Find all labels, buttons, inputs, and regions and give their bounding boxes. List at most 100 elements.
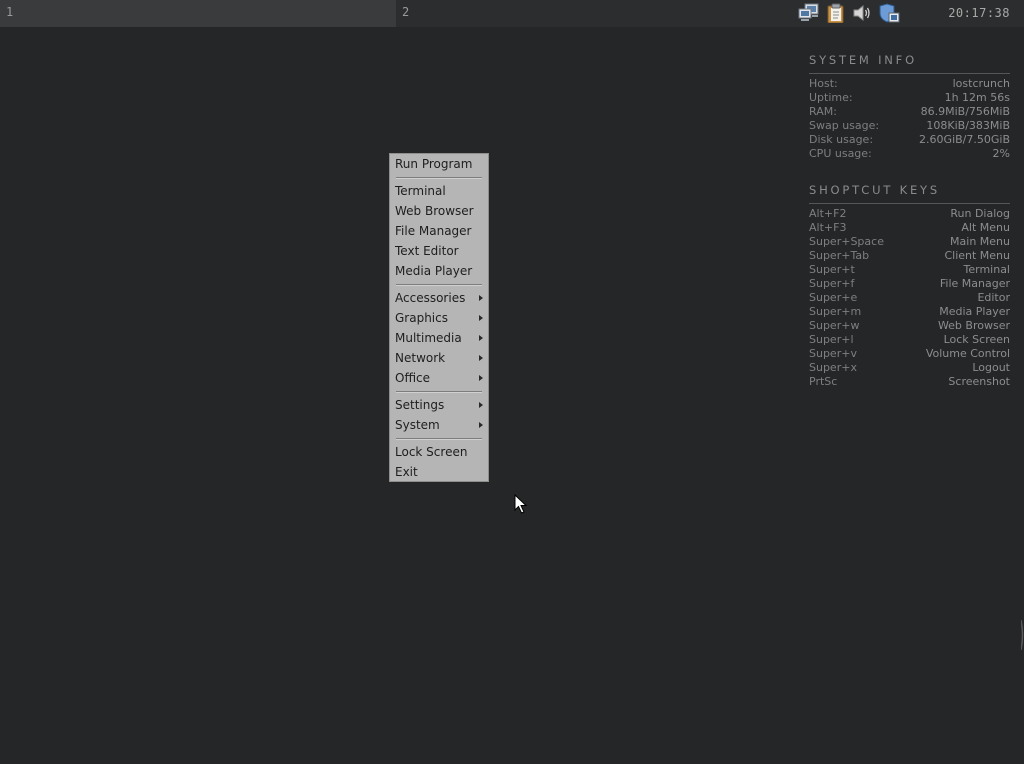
info-value: 1h 12m 56s — [944, 91, 1010, 104]
volume-icon[interactable] — [851, 3, 873, 23]
menu-item-terminal[interactable]: Terminal — [390, 181, 488, 201]
shortcut-action: Volume Control — [925, 347, 1010, 360]
menu-item-office[interactable]: Office — [390, 368, 488, 388]
shortcut-row: Super+t Terminal — [809, 263, 1010, 277]
shortcut-row: Super+Tab Client Menu — [809, 249, 1010, 263]
shortcut-action: Run Dialog — [950, 207, 1010, 220]
system-info-row: Swap usage: 108KiB/383MiB — [809, 119, 1010, 133]
menu-item-exit[interactable]: Exit — [390, 462, 488, 482]
info-value: 108KiB/383MiB — [926, 119, 1010, 132]
submenu-arrow-icon — [479, 355, 483, 361]
shortcut-key: Super+m — [809, 305, 862, 318]
menu-item-label: Text Editor — [395, 244, 459, 258]
update-shield-icon[interactable] — [878, 3, 900, 23]
menu-item-text-editor[interactable]: Text Editor — [390, 241, 488, 261]
shortcut-row: PrtSc Screenshot — [809, 375, 1010, 389]
shortcut-row: Super+f File Manager — [809, 277, 1010, 291]
info-value: lostcrunch — [952, 77, 1010, 90]
menu-item-graphics[interactable]: Graphics — [390, 308, 488, 328]
shortcut-action: Editor — [977, 291, 1010, 304]
shortcut-row: Alt+F2 Run Dialog — [809, 207, 1010, 221]
info-value: 86.9MiB/756MiB — [920, 105, 1010, 118]
menu-item-settings[interactable]: Settings — [390, 395, 488, 415]
shortcut-action: Terminal — [963, 263, 1011, 276]
shortcut-key: Alt+F3 — [809, 221, 847, 234]
menu-item-label: Network — [395, 351, 446, 365]
shortcut-key: Alt+F2 — [809, 207, 847, 220]
shortcut-action: File Manager — [939, 277, 1010, 290]
shortcut-row: Super+m Media Player — [809, 305, 1010, 319]
shortcut-key: Super+t — [809, 263, 855, 276]
menu-item-media-player[interactable]: Media Player — [390, 261, 488, 281]
system-info-row: Uptime: 1h 12m 56s — [809, 91, 1010, 105]
top-panel: 1 2 20:17:38 — [0, 0, 1024, 27]
system-info-widget: SYSTEM INFO Host: lostcrunch Uptime: 1h 12m… — [809, 53, 1010, 389]
submenu-arrow-icon — [479, 402, 483, 408]
shortcut-key: Super+f — [809, 277, 855, 290]
menu-item-accessories[interactable]: Accessories — [390, 288, 488, 308]
menu-item-label: File Manager — [395, 224, 472, 238]
info-value: 2.60GiB/7.50GiB — [919, 133, 1010, 146]
menu-item-file-manager[interactable]: File Manager — [390, 221, 488, 241]
system-info-row: Host: lostcrunch — [809, 77, 1010, 91]
network-icon[interactable] — [798, 3, 820, 23]
menu-item-lock-screen[interactable]: Lock Screen — [390, 442, 488, 462]
system-tray — [796, 0, 914, 27]
system-info-row: Disk usage: 2.60GiB/7.50GiB — [809, 133, 1010, 147]
menu-item-label: Media Player — [395, 264, 473, 278]
menu-item-label: Lock Screen — [395, 445, 468, 459]
shortcut-key: Super+x — [809, 361, 857, 374]
clipboard-icon[interactable] — [825, 3, 847, 23]
shortcut-row: Super+v Volume Control — [809, 347, 1010, 361]
shortcut-action: Client Menu — [944, 249, 1010, 262]
menu-item-label: Graphics — [395, 311, 448, 325]
menu-item-network[interactable]: Network — [390, 348, 488, 368]
info-label: Swap usage: — [809, 119, 880, 132]
system-info-section: SYSTEM INFO Host: lostcrunch Uptime: 1h 12m… — [809, 53, 1010, 161]
info-label: Host: — [809, 77, 838, 90]
menu-separator — [390, 388, 488, 395]
shortcut-key: Super+e — [809, 291, 858, 304]
shortcut-keys-section: SHOPTCUT KEYS Alt+F2 Run Dialog Alt+F3 Alt … — [809, 183, 1010, 389]
root-menu: Run Program Terminal Web Browser File Manag… — [389, 153, 489, 482]
menu-item-label: Multimedia — [395, 331, 462, 345]
menu-separator — [390, 435, 488, 442]
menu-item-label: Web Browser — [395, 204, 474, 218]
shortcut-row: Alt+F3 Alt Menu — [809, 221, 1010, 235]
shortcut-row: Super+l Lock Screen — [809, 333, 1010, 347]
shortcut-action: Alt Menu — [961, 221, 1010, 234]
menu-separator — [390, 281, 488, 288]
info-label: RAM: — [809, 105, 837, 118]
clock[interactable]: 20:17:38 — [948, 0, 1010, 26]
system-info-row: CPU usage: 2% — [809, 147, 1010, 161]
shortcut-action: Logout — [972, 361, 1010, 374]
submenu-arrow-icon — [479, 295, 483, 301]
system-info-row: RAM: 86.9MiB/756MiB — [809, 105, 1010, 119]
shortcut-key: Super+Space — [809, 235, 884, 248]
menu-item-system[interactable]: System — [390, 415, 488, 435]
menu-item-multimedia[interactable]: Multimedia — [390, 328, 488, 348]
shortcut-action: Main Menu — [950, 235, 1010, 248]
mouse-cursor-icon — [514, 494, 528, 514]
info-label: Uptime: — [809, 91, 853, 104]
workspace-2-button[interactable]: 2 — [396, 0, 796, 27]
submenu-arrow-icon — [479, 375, 483, 381]
shortcut-row: Super+x Logout — [809, 361, 1010, 375]
desktop[interactable]: 1 2 20:17:38 SYSTEM INFO Host: lostcrunc… — [0, 0, 1024, 764]
menu-item-label: System — [395, 418, 440, 432]
info-value: 2% — [992, 147, 1010, 160]
shortcut-row: Super+w Web Browser — [809, 319, 1010, 333]
shortcut-row: Super+Space Main Menu — [809, 235, 1010, 249]
shortcut-key: Super+w — [809, 319, 860, 332]
menu-item-label: Exit — [395, 465, 418, 479]
menu-item-run-program[interactable]: Run Program — [390, 154, 488, 174]
shortcut-action: Lock Screen — [943, 333, 1010, 346]
submenu-arrow-icon — [479, 335, 483, 341]
workspace-1-button[interactable]: 1 — [0, 0, 396, 27]
menu-item-web-browser[interactable]: Web Browser — [390, 201, 488, 221]
menu-item-label: Accessories — [395, 291, 466, 305]
shortcut-key: Super+Tab — [809, 249, 870, 262]
menu-item-label: Terminal — [395, 184, 446, 198]
info-label: CPU usage: — [809, 147, 872, 160]
system-info-title: SYSTEM INFO — [809, 53, 1010, 74]
